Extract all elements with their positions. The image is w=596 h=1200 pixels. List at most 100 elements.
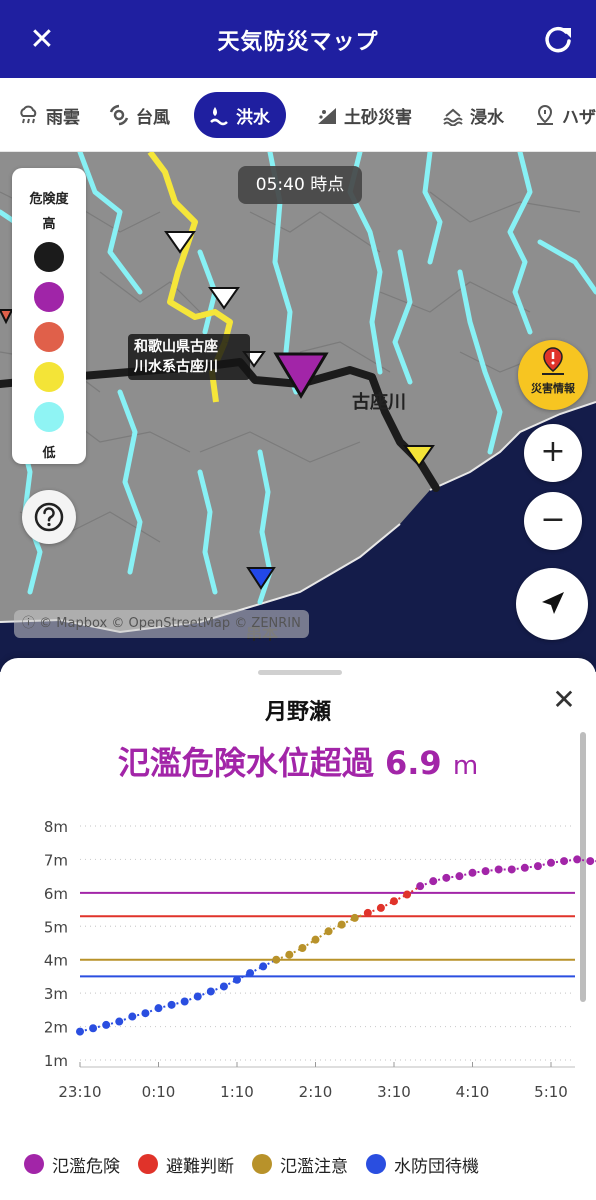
data-point [533,862,542,871]
data-point [272,955,281,964]
typhoon-icon [108,104,130,126]
data-point [547,858,555,867]
y-tick-label: 4m [44,952,68,970]
data-point [337,920,346,929]
legend-low-label: 低 [42,446,56,461]
legend-label: 氾濫危険 [52,1156,120,1177]
y-tick-label: 6m [44,885,68,903]
data-point [363,908,372,917]
zoom-in-button[interactable]: + [524,424,582,482]
data-point [89,1024,98,1033]
data-point [128,1012,137,1021]
river-label: 和歌山県古座 川水系古座川 [128,334,250,380]
tab-label: 雨雲 [46,107,80,128]
data-point [468,868,477,877]
y-tick-label: 7m [44,851,68,869]
attribution-item: ZENRIN [251,616,301,631]
tab-inundation[interactable]: 浸水 [442,92,504,138]
legend-swatch-purple [34,282,64,312]
chart-legend: 氾濫危険 避難判断 氾濫注意 水防団待機 [24,1150,584,1178]
sheet-drag-handle[interactable] [258,670,342,675]
data-point [390,897,398,906]
page-title: 天気防災マップ [217,30,379,55]
y-tick-label: 1m [44,1052,68,1070]
data-point [403,890,412,899]
legend-label: 水防団待機 [394,1156,479,1177]
data-point [481,867,490,876]
data-point [573,855,582,864]
legend-item: 氾濫注意 [252,1152,348,1177]
tab-flood[interactable]: 洪水 [194,92,286,138]
legend-color-dot [252,1154,272,1174]
data-point [115,1017,124,1026]
data-point [219,982,228,991]
reload-icon[interactable] [540,22,576,58]
hazard-pin-icon [534,104,556,126]
hazard-tab-bar: 雨雲 台風 洪水 土砂災害 浸水 ハザ [0,78,596,152]
data-point [259,962,268,971]
data-point [285,950,294,959]
data-point [507,865,516,874]
data-point [180,997,189,1006]
data-point [520,863,529,872]
y-tick-label: 5m [44,918,68,936]
station-name: 月野瀬 [264,700,331,725]
x-tick-label: 1:10 [220,1083,254,1100]
current-location-button[interactable] [516,568,588,640]
tab-label: 土砂災害 [344,107,412,128]
legend-label: 氾濫注意 [280,1156,348,1177]
legend-swatch-red [34,322,64,352]
data-point [560,857,569,866]
location-arrow-icon [542,592,564,614]
legend-label: 避難判断 [166,1156,234,1177]
data-point [167,1000,176,1009]
y-tick-label: 3m [44,985,68,1003]
river-label-line: 和歌山県古座 [134,339,218,355]
question-icon [34,502,64,532]
legend-swatch-cyan [34,402,64,432]
x-tick-label: 0:10 [142,1083,176,1100]
disaster-info-label: 災害情報 [531,382,575,395]
app-header: ✕ 天気防災マップ [0,0,596,78]
data-point [206,987,215,996]
tab-rain[interactable]: 雨雲 [18,92,80,138]
data-point [102,1020,111,1029]
map-canvas [0,152,596,672]
legend-title: 危険度 [29,192,69,207]
data-point [141,1009,150,1018]
legend-item: 氾濫危険 [24,1152,120,1177]
time-indicator: 05:40 時点 [238,166,362,204]
legend-color-dot [138,1154,158,1174]
data-point [586,857,595,866]
help-button[interactable] [22,490,76,544]
data-point [193,992,202,1001]
y-tick-label: 8m [44,818,68,836]
zoom-out-button[interactable]: − [524,492,582,550]
map-view[interactable]: 古座川 串本 [0,152,596,672]
data-point [442,873,451,882]
legend-item: 水防団待機 [366,1152,479,1177]
x-tick-label: 5:10 [534,1083,568,1100]
tab-label: 台風 [136,107,170,128]
map-attribution[interactable]: ⓘ © Mapbox © OpenStreetMap © ZENRIN [14,610,309,638]
tab-landslide[interactable]: 土砂災害 [316,92,412,138]
close-sheet-icon[interactable]: ✕ [548,684,580,716]
y-tick-label: 2m [44,1019,68,1037]
data-point [494,865,503,874]
tab-hazard[interactable]: ハザ [534,92,596,138]
data-point [429,877,438,886]
legend-swatch-black [34,242,64,272]
tab-typhoon[interactable]: 台風 [108,92,170,138]
x-tick-label: 2:10 [299,1083,333,1100]
data-point [455,872,464,881]
data-point [376,903,385,912]
rain-cloud-icon [18,104,40,126]
minus-icon: − [540,502,566,537]
status-text: 氾濫危険水位超過 [117,744,374,782]
data-point [233,975,241,984]
data-point [154,1004,163,1013]
x-tick-label: 4:10 [456,1083,490,1100]
legend-color-dot [24,1154,44,1174]
disaster-info-button[interactable]: 災害情報 [518,340,588,410]
legend-swatch-yellow [34,362,64,392]
